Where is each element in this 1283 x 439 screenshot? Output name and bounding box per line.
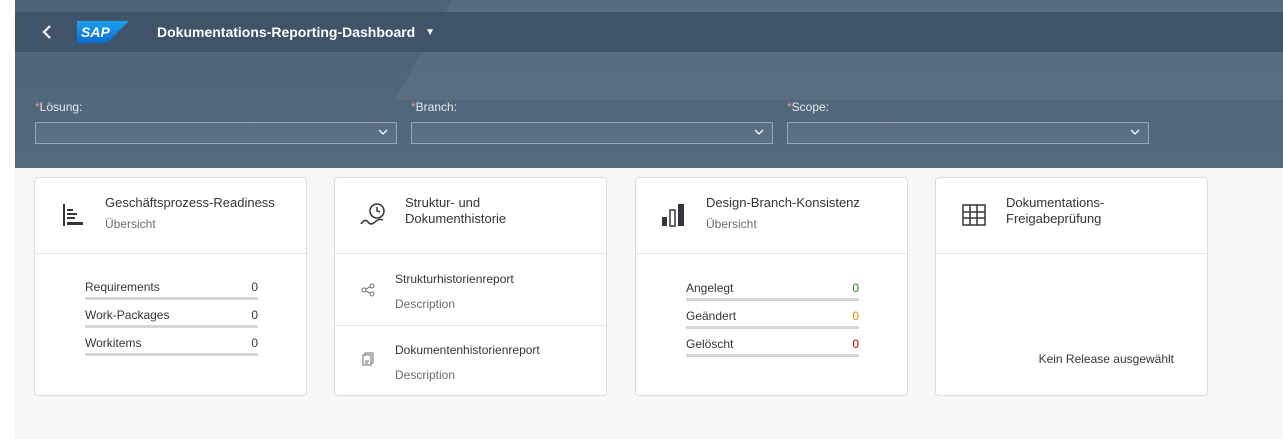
filter-branch: *Branch:	[411, 100, 773, 144]
report-item-struktur[interactable]: Strukturhistorienreport Description	[335, 255, 606, 327]
filter-loesung-label: *Lösung:	[35, 100, 83, 114]
card-release-header[interactable]: Dokumentations- Freigabeprüfung	[936, 178, 1207, 254]
filter-scope: *Scope:	[787, 100, 1149, 144]
shell-bar: SAP Dokumentations-Reporting-Dashboard ▼	[15, 12, 1283, 52]
card-title: Design-Branch-Konsistenz	[706, 195, 860, 210]
kpi-row-workitems[interactable]: Workitems 0	[85, 336, 258, 358]
loesung-select[interactable]	[35, 122, 397, 144]
card-consistency-header[interactable]: Design-Branch-Konsistenz Übersicht	[636, 178, 907, 254]
page-header: SAP Dokumentations-Reporting-Dashboard ▼…	[15, 0, 1283, 168]
documents-icon	[362, 352, 374, 366]
app-shell: SAP Dokumentations-Reporting-Dashboard ▼…	[15, 0, 1283, 439]
history-icon	[360, 203, 385, 225]
share-nodes-icon	[361, 283, 375, 297]
kpi-row-geaendert[interactable]: Geändert 0	[686, 309, 859, 331]
report-description: Description	[395, 368, 456, 382]
filter-branch-label: *Branch:	[411, 100, 458, 114]
card-title: Struktur- und Dokumenthistorie	[405, 195, 507, 226]
sap-logo-text: SAP	[81, 24, 110, 40]
app-title-menu[interactable]: Dokumentations-Reporting-Dashboard ▼	[157, 22, 435, 43]
filter-scope-label: *Scope:	[787, 100, 830, 114]
kpi-bar	[686, 298, 859, 301]
report-name: Strukturhistorienreport	[395, 272, 514, 286]
card-title: Geschäftsprozess-Readiness	[105, 195, 275, 210]
card-history-header[interactable]: Struktur- und Dokumenthistorie	[335, 178, 606, 254]
app-title: Dokumentations-Reporting-Dashboard	[157, 24, 416, 40]
kpi-row-angelegt[interactable]: Angelegt 0	[686, 281, 859, 303]
card-consistency[interactable]: Design-Branch-Konsistenz Übersicht Angel…	[635, 177, 908, 396]
chevron-down-icon[interactable]	[376, 125, 390, 139]
kpi-row-work-packages[interactable]: Work-Packages 0	[85, 308, 258, 330]
back-button[interactable]	[35, 19, 61, 45]
chevron-left-icon	[42, 25, 51, 39]
report-item-dokument[interactable]: Dokumentenhistorienreport Description	[335, 326, 606, 398]
card-readiness-header[interactable]: Geschäftsprozess-Readiness Übersicht	[35, 178, 306, 254]
kpi-bar	[85, 297, 258, 300]
caret-down-icon: ▼	[425, 27, 436, 38]
card-readiness[interactable]: Geschäftsprozess-Readiness Übersicht Req…	[34, 177, 307, 396]
kpi-row-requirements[interactable]: Requirements 0	[85, 280, 258, 302]
card-history[interactable]: Struktur- und Dokumenthistorie Strukturh…	[334, 177, 607, 396]
kpi-bar	[686, 326, 859, 329]
scope-select[interactable]	[787, 122, 1149, 144]
chevron-down-icon[interactable]	[1128, 125, 1142, 139]
bar-chart-icon	[662, 204, 684, 227]
card-title: Dokumentations- Freigabeprüfung	[1006, 195, 1105, 226]
kpi-bar	[85, 353, 258, 356]
empty-state-text: Kein Release ausgewählt	[1038, 352, 1174, 366]
report-name: Dokumentenhistorienreport	[395, 343, 540, 357]
list-align-icon	[63, 204, 83, 226]
kpi-row-geloescht[interactable]: Gelöscht 0	[686, 337, 859, 359]
card-release[interactable]: Dokumentations- Freigabeprüfung Kein Rel…	[935, 177, 1208, 396]
sap-logo: SAP	[77, 21, 129, 43]
report-description: Description	[395, 297, 456, 311]
kpi-bar	[85, 325, 258, 328]
kpi-bar	[686, 354, 859, 357]
table-grid-icon	[962, 204, 986, 226]
branch-select[interactable]	[411, 122, 773, 144]
filter-loesung: *Lösung:	[35, 100, 397, 144]
card-subtitle: Übersicht	[105, 217, 156, 231]
card-subtitle: Übersicht	[706, 217, 757, 231]
chevron-down-icon[interactable]	[752, 125, 766, 139]
